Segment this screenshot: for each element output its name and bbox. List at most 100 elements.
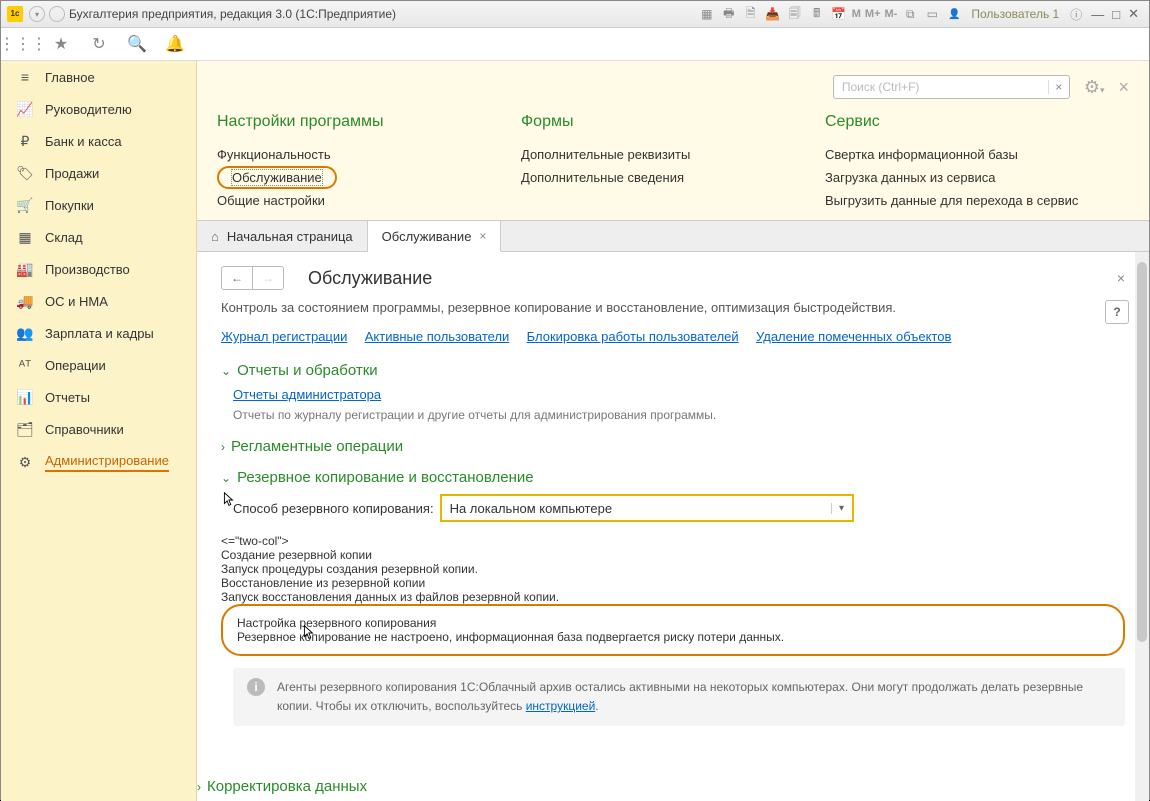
col2-title: Формы	[521, 113, 805, 131]
search-input[interactable]	[834, 80, 1048, 94]
ops-icon: ᴬᵀ	[15, 357, 35, 373]
user-label[interactable]: Пользователь 1	[971, 7, 1059, 21]
link-general-settings[interactable]: Общие настройки	[217, 189, 501, 212]
page-description: Контроль за состоянием программы, резерв…	[221, 300, 1125, 315]
bell-icon[interactable]: 🔔	[163, 32, 187, 56]
maximize-button[interactable]: □	[1112, 7, 1120, 22]
sidebar-item-operations[interactable]: ᴬᵀОперации	[1, 349, 196, 381]
sidebar-item-assets[interactable]: 🚚ОС и НМА	[1, 285, 196, 317]
sidebar-item-reports[interactable]: 📊Отчеты	[1, 381, 196, 413]
tab-close-icon[interactable]: ×	[479, 229, 486, 243]
link-shrink-db[interactable]: Свертка информационной базы	[825, 143, 1109, 166]
search-clear-button[interactable]: ×	[1048, 80, 1069, 94]
m-plus-button[interactable]: M+	[865, 8, 881, 20]
app-logo-icon: 1c	[7, 6, 23, 22]
dropdown-button[interactable]: ▾	[831, 503, 852, 514]
link-functionality[interactable]: Функциональность	[217, 143, 501, 166]
link-restore-backup[interactable]: Восстановление из резервной копии	[221, 576, 425, 590]
page-close-button[interactable]: ×	[1117, 270, 1125, 286]
tab-home[interactable]: ⌂Начальная страница	[197, 221, 368, 251]
m-minus-button[interactable]: M-	[885, 8, 898, 20]
nav-forward-button[interactable]: →	[253, 267, 283, 289]
search-box[interactable]: ×	[833, 75, 1070, 99]
info-icon[interactable]: ⓘ	[1067, 5, 1085, 23]
calc-icon[interactable]: 🖩	[808, 5, 826, 23]
link-log[interactable]: Журнал регистрации	[221, 329, 347, 344]
link-admin-reports[interactable]: Отчеты администратора	[233, 387, 381, 402]
minimize-button[interactable]: —	[1091, 7, 1104, 22]
toolbar-icon[interactable]: ▦	[698, 5, 716, 23]
scrollbar[interactable]	[1135, 252, 1149, 801]
window-title: Бухгалтерия предприятия, редакция 3.0 (1…	[69, 7, 396, 21]
help-button[interactable]: ?	[1105, 300, 1129, 324]
sidebar-item-stock[interactable]: ▦Склад	[1, 221, 196, 253]
link-icon[interactable]: ⧉	[901, 5, 919, 23]
link-maintenance[interactable]: Обслуживание	[217, 166, 337, 189]
history-icon[interactable]: ↻	[87, 32, 111, 56]
tag-icon: 🏷	[15, 165, 35, 181]
sidebar-item-manager[interactable]: 📈Руководителю	[1, 93, 196, 125]
section-data-correction[interactable]: ›Корректировка данных	[197, 778, 1149, 795]
sidebar-item-salary[interactable]: 👥Зарплата и кадры	[1, 317, 196, 349]
create-backup-desc: Запуск процедуры создания резервной копи…	[221, 562, 1125, 576]
panel-close-icon[interactable]: ×	[1118, 77, 1129, 98]
boxes-icon: ▦	[15, 229, 35, 245]
user-icon: 👤	[945, 5, 963, 23]
section-reports[interactable]: ⌄Отчеты и обработки	[221, 362, 1125, 379]
star-icon[interactable]: ★	[49, 32, 73, 56]
gear-icon: ⚙	[15, 455, 35, 471]
factory-icon: 🏭	[15, 261, 35, 277]
folder-icon[interactable]: 📥	[764, 5, 782, 23]
sidebar-item-main[interactable]: ≡Главное	[1, 61, 196, 93]
sidebar-item-sales[interactable]: 🏷Продажи	[1, 157, 196, 189]
top-links: Журнал регистрации Активные пользователи…	[221, 329, 1125, 344]
close-button[interactable]: ✕	[1128, 6, 1139, 22]
apps-icon[interactable]: ⋮⋮⋮	[11, 32, 35, 56]
history-fwd-button[interactable]	[49, 6, 65, 22]
tabbar: ⌂Начальная страница Обслуживание×	[197, 220, 1149, 252]
link-active-users[interactable]: Активные пользователи	[365, 329, 510, 344]
nav-back-button[interactable]: ←	[222, 267, 253, 289]
calendar-icon[interactable]: 📅	[830, 5, 848, 23]
link-create-backup[interactable]: Создание резервной копии	[221, 548, 372, 562]
scrollbar-thumb[interactable]	[1137, 262, 1147, 642]
quick-toolbar: ⋮⋮⋮ ★ ↻ 🔍 🔔	[1, 28, 1149, 61]
sidebar-item-purchases[interactable]: 🛒Покупки	[1, 189, 196, 221]
section-scheduled[interactable]: ›Регламентные операции	[221, 438, 1125, 455]
link-delete-marked[interactable]: Удаление помеченных объектов	[756, 329, 951, 344]
chevron-right-icon: ›	[221, 440, 225, 454]
backup-method-label: Способ резервного копирования:	[233, 501, 434, 516]
link-export-service[interactable]: Выгрузить данные для перехода в сервис	[825, 189, 1109, 212]
link-extra-attrs[interactable]: Дополнительные реквизиты	[521, 143, 805, 166]
backup-method-dropdown[interactable]: На локальном компьютере ▾	[440, 494, 854, 522]
link-load-service[interactable]: Загрузка данных из сервиса	[825, 166, 1109, 189]
page-title: Обслуживание	[308, 268, 432, 289]
m-button[interactable]: M	[852, 8, 861, 20]
restore-backup-desc: Запуск восстановления данных из файлов р…	[221, 590, 1125, 604]
sidebar-item-admin[interactable]: ⚙Администрирование	[1, 445, 196, 480]
link-block-users[interactable]: Блокировка работы пользователей	[527, 329, 739, 344]
page-icon[interactable]: 🗐	[786, 5, 804, 23]
menu-icon: ≡	[15, 69, 35, 85]
sidebar-item-bank[interactable]: ₽Банк и касса	[1, 125, 196, 157]
search-icon[interactable]: 🔍	[125, 32, 149, 56]
backup-settings-highlight: Настройка резервного копирования Резервн…	[221, 604, 1125, 656]
print-icon[interactable]: 🖶	[720, 5, 738, 23]
book-icon[interactable]: ▭	[923, 5, 941, 23]
link-instruction[interactable]: инструкцией	[526, 699, 596, 713]
link-extra-info[interactable]: Дополнительные сведения	[521, 166, 805, 189]
doc-icon[interactable]: 🗎	[742, 5, 760, 23]
sidebar-item-production[interactable]: 🏭Производство	[1, 253, 196, 285]
history-back-button[interactable]: ▾	[29, 6, 45, 22]
tab-maintenance[interactable]: Обслуживание×	[368, 221, 502, 252]
content-area: ← → Обслуживание × ? Контроль за состоян…	[197, 252, 1149, 801]
sidebar-item-catalogs[interactable]: 🗂Справочники	[1, 413, 196, 445]
folder-icon: 🗂	[15, 421, 35, 437]
col3-title: Сервис	[825, 113, 1109, 131]
bars-icon: 📊	[15, 389, 35, 405]
ruble-icon: ₽	[15, 133, 35, 149]
section-backup[interactable]: ⌄Резервное копирование и восстановление	[221, 469, 1125, 486]
settings-panel: × ⚙▾ × Настройки программы Функционально…	[197, 61, 1149, 220]
panel-settings-icon[interactable]: ⚙▾	[1084, 77, 1105, 98]
link-backup-settings[interactable]: Настройка резервного копирования	[237, 616, 436, 630]
